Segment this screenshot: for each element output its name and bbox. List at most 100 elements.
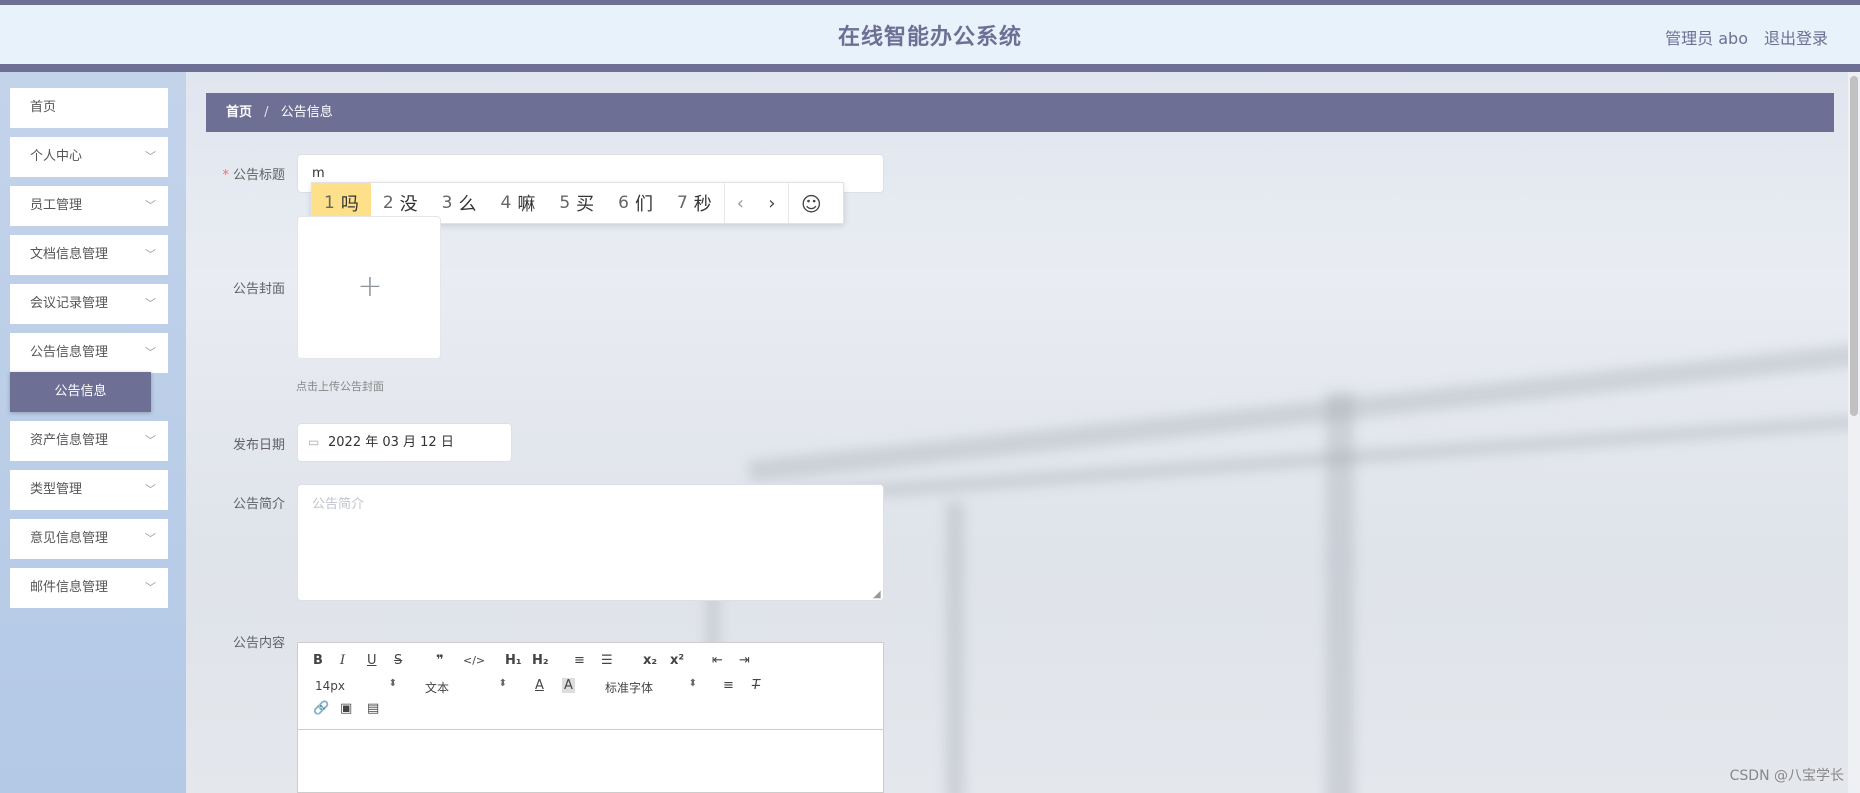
breadcrumb: 首页 / 公告信息 [206, 93, 1834, 132]
block-type-value: 文本 [425, 681, 450, 695]
sidebar-item-employees[interactable]: 员工管理 ﹀ [10, 186, 168, 226]
chevron-down-icon: ﹀ [145, 581, 156, 594]
ime-candidate-num: 6 [618, 193, 629, 213]
breadcrumb-separator: / [264, 105, 269, 120]
superscript-icon[interactable]: x² [670, 653, 684, 668]
font-size-select[interactable]: 14px ⬍ [315, 678, 397, 693]
sidebar-item-personal-center[interactable]: 个人中心 ﹀ [10, 137, 168, 177]
sidebar-item-feedback[interactable]: 意见信息管理 ﹀ [10, 519, 168, 559]
date-picker-input[interactable]: ▭ 2022 年 03 月 12 日 [297, 423, 512, 462]
ime-candidate-4[interactable]: 4嘛 [488, 183, 547, 223]
ime-candidate-num: 5 [559, 193, 571, 213]
user-name: 管理员 abo [1665, 29, 1748, 48]
background-color-icon[interactable]: A [562, 678, 575, 693]
date-value: 2022 年 03 月 12 日 [328, 435, 454, 450]
heading2-icon[interactable]: H₂ [532, 653, 549, 668]
required-mark: * [222, 168, 229, 183]
sidebar-item-meetings[interactable]: 会议记录管理 ﹀ [10, 284, 168, 324]
sidebar-item-label: 个人中心 [30, 149, 83, 164]
emoji-icon[interactable]: ☺ [787, 183, 834, 223]
ime-candidate-num: 1 [324, 193, 335, 213]
date-label: 发布日期 [232, 438, 285, 453]
ime-candidate-text: 们 [634, 194, 653, 215]
content-label: 公告内容 [232, 636, 285, 651]
heading1-icon[interactable]: H₁ [505, 653, 522, 668]
sidebar-item-announcements[interactable]: 公告信息管理 ﹀ [10, 333, 168, 373]
ime-candidate-text: 吗 [340, 194, 359, 215]
code-icon[interactable]: </> [463, 654, 485, 667]
ime-candidate-num: 7 [676, 193, 688, 213]
sidebar-item-home[interactable]: 首页 [10, 88, 168, 128]
calendar-icon: ▭ [308, 435, 320, 449]
summary-label: 公告简介 [232, 497, 285, 512]
align-icon[interactable]: ≡ [723, 678, 734, 693]
watermark: CSDN @八宝学长 [1729, 768, 1844, 784]
sidebar-item-label: 员工管理 [30, 198, 83, 213]
ime-candidate-num: 4 [500, 193, 512, 213]
sidebar-item-types[interactable]: 类型管理 ﹀ [10, 470, 168, 510]
sidebar-item-label: 邮件信息管理 [30, 580, 109, 595]
sidebar-item-mail[interactable]: 邮件信息管理 ﹀ [10, 568, 168, 608]
breadcrumb-current: 公告信息 [280, 105, 333, 120]
chevron-down-icon: ﹀ [145, 297, 156, 310]
chevron-down-icon: ﹀ [145, 532, 156, 545]
bullet-list-icon[interactable]: ☰ [601, 653, 613, 668]
rich-text-editor: B I U S ❞ </> H₁ H₂ ≡ ☰ x₂ x² ⇤ ⇥ 14px ⬍ … [297, 642, 884, 793]
scrollbar-thumb[interactable] [1850, 76, 1858, 416]
chevron-down-icon: ﹀ [145, 346, 156, 359]
app-title: 在线智能办公系统 [837, 25, 1022, 50]
updown-icon: ⬍ [688, 678, 697, 689]
blockquote-icon[interactable]: ❞ [436, 653, 444, 668]
chevron-down-icon: ﹀ [145, 150, 156, 163]
sidebar-item-label: 文档信息管理 [30, 247, 109, 262]
ime-candidate-5[interactable]: 5买 [547, 183, 606, 223]
video-icon[interactable]: ▤ [367, 701, 379, 716]
sidebar-item-label: 类型管理 [30, 482, 83, 497]
ime-candidate-text: 买 [576, 194, 595, 215]
font-family-select[interactable]: 标准字体 ⬍ [605, 678, 697, 696]
cover-upload-hint: 点击上传公告封面 [296, 380, 384, 393]
plus-icon: + [357, 269, 383, 304]
chevron-down-icon: ﹀ [145, 248, 156, 261]
summary-textarea[interactable] [297, 484, 884, 601]
title-label-text: 公告标题 [232, 168, 285, 183]
clear-format-icon[interactable]: T̶ [752, 678, 760, 693]
font-size-value: 14px [315, 679, 345, 693]
cover-upload-button[interactable]: + [297, 216, 441, 359]
sidebar: 首页 个人中心 ﹀ 员工管理 ﹀ 文档信息管理 ﹀ 会议记录管理 ﹀ 公告信息管… [0, 72, 186, 793]
sidebar-item-assets[interactable]: 资产信息管理 ﹀ [10, 421, 168, 461]
ime-candidate-6[interactable]: 6们 [606, 183, 665, 223]
sidebar-item-label: 会议记录管理 [30, 296, 109, 311]
bold-icon[interactable]: B [313, 653, 323, 668]
cover-label: 公告封面 [232, 282, 285, 297]
sidebar-item-label: 资产信息管理 [30, 433, 109, 448]
link-icon[interactable]: 🔗 [313, 701, 329, 716]
subscript-icon[interactable]: x₂ [643, 653, 657, 668]
logout-link[interactable]: 退出登录 [1764, 25, 1828, 49]
strikethrough-icon[interactable]: S [394, 653, 402, 668]
font-family-value: 标准字体 [605, 681, 654, 695]
ime-prev-page-icon[interactable]: ‹ [723, 183, 756, 223]
chevron-down-icon: ﹀ [145, 199, 156, 212]
sidebar-item-documents[interactable]: 文档信息管理 ﹀ [10, 235, 168, 275]
ordered-list-icon[interactable]: ≡ [574, 653, 585, 668]
underline-icon[interactable]: U [367, 653, 377, 668]
page-scrollbar[interactable] [1848, 72, 1860, 793]
top-bar: 在线智能办公系统 管理员 abo 退出登录 [0, 0, 1860, 72]
ime-candidate-text: 么 [458, 194, 477, 215]
block-type-select[interactable]: 文本 ⬍ [425, 678, 507, 696]
ime-candidate-text: 秒 [693, 194, 712, 215]
ime-candidate-7[interactable]: 7秒 [665, 183, 724, 223]
indent-icon[interactable]: ⇥ [739, 653, 750, 668]
image-icon[interactable]: ▣ [340, 701, 352, 716]
chevron-down-icon: ﹀ [145, 483, 156, 496]
italic-icon[interactable]: I [340, 653, 345, 668]
ime-candidate-text: 没 [399, 194, 418, 215]
ime-next-page-icon[interactable]: › [756, 183, 788, 223]
sidebar-subitem-announcement-info[interactable]: 公告信息 [10, 372, 151, 412]
resize-grip-icon[interactable]: ◢ [873, 589, 881, 600]
sidebar-item-label: 首页 [30, 100, 57, 115]
breadcrumb-home[interactable]: 首页 [226, 105, 252, 120]
outdent-icon[interactable]: ⇤ [712, 653, 723, 668]
font-color-icon[interactable]: A [535, 678, 544, 693]
